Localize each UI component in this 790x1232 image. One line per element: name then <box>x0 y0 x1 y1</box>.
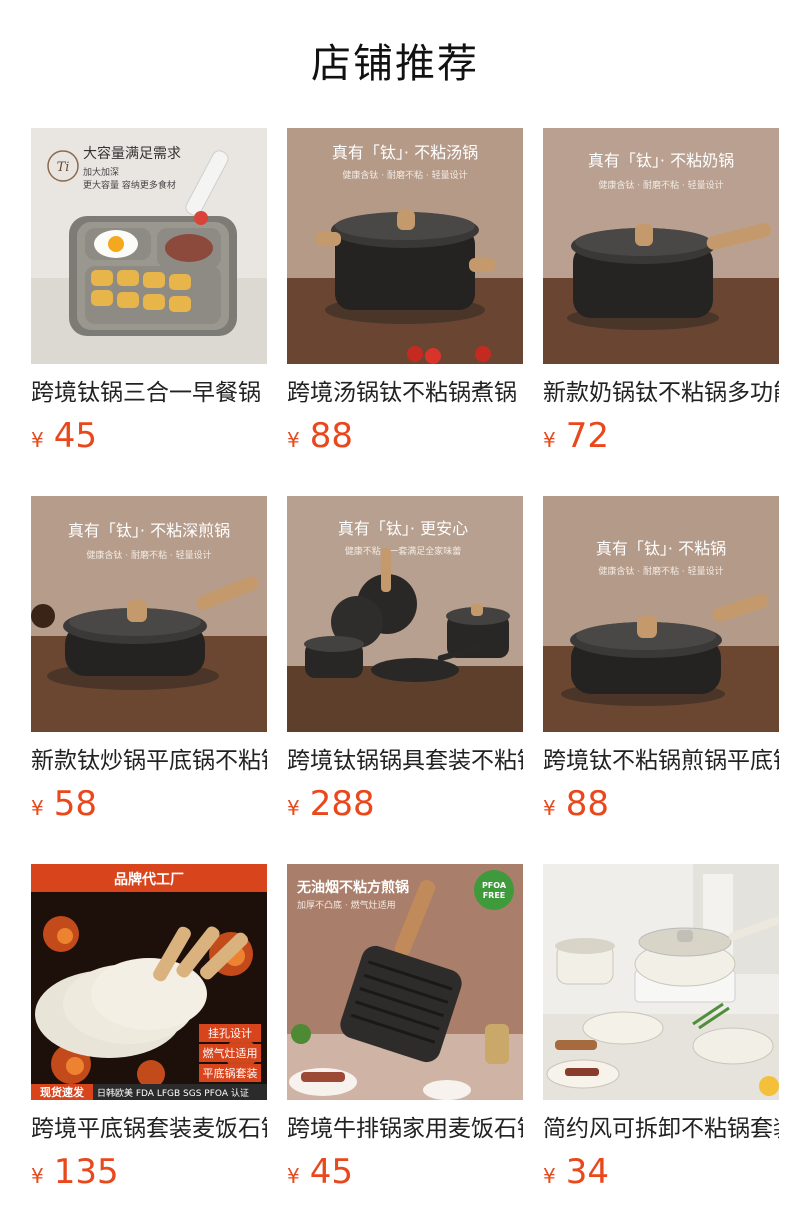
product-name[interactable]: 跨境钛锅锅具套装不粘锅 <box>287 746 523 776</box>
product-card[interactable]: 真有「钛」· 不粘奶锅 健康含钛 · 耐磨不粘 · 轻量设计 新款奶锅钛不粘锅多… <box>543 128 779 458</box>
product-name[interactable]: 跨境汤锅钛不粘锅煮锅 <box>287 378 523 408</box>
product-image[interactable]: 真有「钛」· 更安心 健康不粘 · 一套满足全家味蕾 <box>287 496 523 732</box>
product-card[interactable]: 简约风可拆卸不粘锅套装 ¥34 <box>543 864 779 1194</box>
price-amount: 45 <box>53 416 97 456</box>
pfoa-badge: PFOA <box>482 881 507 890</box>
overlay-sub: 健康含钛 · 耐磨不粘 · 轻量设计 <box>598 565 723 577</box>
shipping-badge: 现货速发 <box>40 1085 85 1099</box>
product-image[interactable]: 无油烟不粘方煎锅 加厚不凸底 · 燃气灶适用 PFOA FREE <box>287 864 523 1100</box>
overlay-sub: 加厚不凸底 · 燃气灶适用 <box>297 899 396 911</box>
overlay-sub: 健康含钛 · 耐磨不粘 · 轻量设计 <box>342 169 467 181</box>
product-image[interactable]: 真有「钛」· 不粘锅 健康含钛 · 耐磨不粘 · 轻量设计 <box>543 496 779 732</box>
price-amount: 72 <box>565 416 609 456</box>
overlay-sub: 更大容量 容纳更多食材 <box>83 179 176 191</box>
product-price: ¥135 <box>31 1152 267 1192</box>
price-amount: 58 <box>53 784 97 824</box>
overlay-headline: 大容量满足需求 <box>83 145 181 162</box>
product-price: ¥45 <box>31 416 267 456</box>
product-price: ¥288 <box>287 784 523 824</box>
product-name[interactable]: 跨境钛锅三合一早餐锅 <box>31 378 267 408</box>
product-name[interactable]: 跨境平底锅套装麦饭石锅 <box>31 1114 267 1144</box>
product-card[interactable]: 真有「钛」· 更安心 健康不粘 · 一套满足全家味蕾 跨境钛锅锅具套装不粘锅 ¥… <box>287 496 523 826</box>
product-card[interactable]: 真有「钛」· 不粘汤锅 健康含钛 · 耐磨不粘 · 轻量设计 跨境汤锅钛不粘锅煮… <box>287 128 523 458</box>
product-price: ¥88 <box>543 784 779 824</box>
overlay-headline: 无油烟不粘方煎锅 <box>296 879 409 896</box>
product-card[interactable]: 无油烟不粘方煎锅 加厚不凸底 · 燃气灶适用 PFOA FREE 跨境牛排锅家用… <box>287 864 523 1194</box>
product-name[interactable]: 新款钛炒锅平底锅不粘锅 <box>31 746 267 776</box>
currency-symbol: ¥ <box>543 796 556 820</box>
product-card[interactable]: 真有「钛」· 不粘锅 健康含钛 · 耐磨不粘 · 轻量设计 跨境钛不粘锅煎锅平底… <box>543 496 779 826</box>
brand-logo-text: Ti <box>57 160 70 175</box>
feature-tag: 平底锅套装 <box>203 1066 258 1080</box>
overlay-headline: 真有「钛」· 不粘奶锅 <box>588 151 734 170</box>
overlay-banner: 品牌代工厂 <box>114 871 184 888</box>
product-image[interactable]: 真有「钛」· 不粘汤锅 健康含钛 · 耐磨不粘 · 轻量设计 <box>287 128 523 364</box>
overlay-sub: 健康含钛 · 耐磨不粘 · 轻量设计 <box>598 179 723 191</box>
currency-symbol: ¥ <box>287 1164 300 1188</box>
overlay-sub: 健康含钛 · 耐磨不粘 · 轻量设计 <box>86 549 211 561</box>
overlay-headline: 真有「钛」· 不粘锅 <box>596 539 726 558</box>
price-amount: 135 <box>53 1152 119 1192</box>
product-price: ¥34 <box>543 1152 779 1192</box>
product-price: ¥88 <box>287 416 523 456</box>
product-price: ¥58 <box>31 784 267 824</box>
currency-symbol: ¥ <box>543 1164 556 1188</box>
product-card[interactable]: Ti 大容量满足需求 加大加深 更大容量 容纳更多食材 跨境钛锅三合一早餐锅 ¥… <box>31 128 267 458</box>
price-amount: 288 <box>309 784 375 824</box>
page-title: 店铺推荐 <box>311 41 479 87</box>
currency-symbol: ¥ <box>287 796 300 820</box>
product-card[interactable]: 品牌代工厂 挂孔设计 燃气灶适用 平底锅套装 现货速发 日韩欧美 FDA LFG… <box>31 864 267 1194</box>
product-image[interactable]: 真有「钛」· 不粘奶锅 健康含钛 · 耐磨不粘 · 轻量设计 <box>543 128 779 364</box>
product-name[interactable]: 新款奶锅钛不粘锅多功能 <box>543 378 779 408</box>
price-amount: 88 <box>309 416 353 456</box>
product-card[interactable]: 真有「钛」· 不粘深煎锅 健康含钛 · 耐磨不粘 · 轻量设计 新款钛炒锅平底锅… <box>31 496 267 826</box>
product-image[interactable]: 品牌代工厂 挂孔设计 燃气灶适用 平底锅套装 现货速发 日韩欧美 FDA LFG… <box>31 864 267 1100</box>
product-price: ¥45 <box>287 1152 523 1192</box>
overlay-sub: 健康不粘 · 一套满足全家味蕾 <box>345 545 462 557</box>
overlay-sub: 加大加深 <box>83 166 119 178</box>
currency-symbol: ¥ <box>31 428 44 452</box>
product-name[interactable]: 跨境牛排锅家用麦饭石锅 <box>287 1114 523 1144</box>
currency-symbol: ¥ <box>543 428 556 452</box>
product-name[interactable]: 跨境钛不粘锅煎锅平底锅 <box>543 746 779 776</box>
feature-tag: 挂孔设计 <box>208 1026 252 1040</box>
overlay-headline: 真有「钛」· 更安心 <box>338 519 468 538</box>
price-amount: 34 <box>565 1152 609 1192</box>
currency-symbol: ¥ <box>287 428 300 452</box>
feature-tag: 燃气灶适用 <box>203 1046 258 1060</box>
price-amount: 88 <box>565 784 609 824</box>
product-image[interactable]: 真有「钛」· 不粘深煎锅 健康含钛 · 耐磨不粘 · 轻量设计 <box>31 496 267 732</box>
product-name[interactable]: 简约风可拆卸不粘锅套装 <box>543 1114 779 1144</box>
currency-symbol: ¥ <box>31 1164 44 1188</box>
certification-text: 日韩欧美 FDA LFGB SGS PFOA 认证 <box>97 1087 249 1099</box>
product-image[interactable]: Ti 大容量满足需求 加大加深 更大容量 容纳更多食材 <box>31 128 267 364</box>
overlay-headline: 真有「钛」· 不粘汤锅 <box>332 143 478 162</box>
price-amount: 45 <box>309 1152 353 1192</box>
product-image[interactable] <box>543 864 779 1100</box>
product-price: ¥72 <box>543 416 779 456</box>
overlay-headline: 真有「钛」· 不粘深煎锅 <box>68 521 230 540</box>
currency-symbol: ¥ <box>31 796 44 820</box>
pfoa-badge: FREE <box>483 891 506 900</box>
